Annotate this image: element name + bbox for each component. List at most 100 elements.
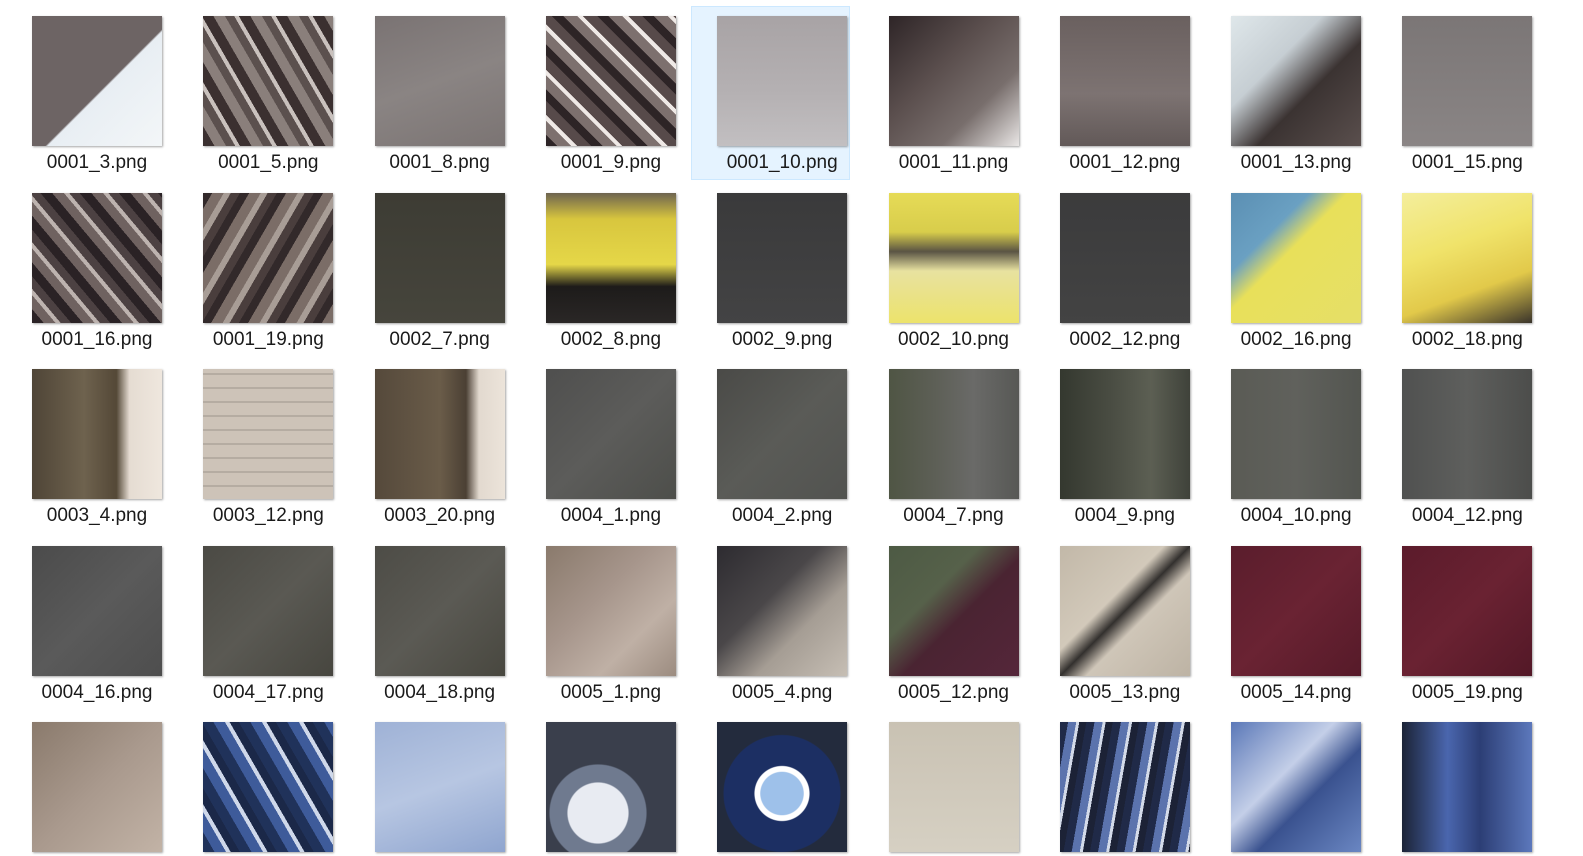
file-item[interactable]: 0001_16.png xyxy=(7,184,164,356)
file-item[interactable] xyxy=(1206,713,1363,856)
file-name-label: 0002_12.png xyxy=(1069,328,1181,350)
file-item[interactable]: 0003_20.png xyxy=(350,360,507,532)
file-thumbnail xyxy=(374,722,505,852)
file-item[interactable]: 0001_3.png xyxy=(7,7,164,179)
file-name-label: 0004_18.png xyxy=(384,681,496,703)
file-thumbnail xyxy=(1059,722,1190,852)
file-item[interactable]: 0004_9.png xyxy=(1035,360,1192,532)
file-item[interactable] xyxy=(7,713,164,856)
file-thumbnail xyxy=(32,16,162,146)
file-item[interactable]: 0005_13.png xyxy=(1035,537,1192,709)
file-item[interactable]: 0004_2.png xyxy=(692,360,849,532)
file-name-label: 0001_16.png xyxy=(41,328,153,350)
file-thumbnail xyxy=(717,369,848,499)
file-thumbnail xyxy=(203,192,334,323)
file-item[interactable] xyxy=(178,713,335,856)
file-name-label: 0002_10.png xyxy=(898,328,1009,350)
file-name-label: 0001_10.png xyxy=(726,152,838,173)
file-item[interactable] xyxy=(521,713,678,856)
file-item[interactable]: 0004_18.png xyxy=(350,537,507,709)
file-name-label: 0002_9.png xyxy=(731,328,833,350)
file-name-label: 0001_12.png xyxy=(1069,152,1181,173)
file-item[interactable]: 0004_17.png xyxy=(178,537,335,709)
file-item[interactable]: 0005_14.png xyxy=(1206,537,1363,709)
file-item[interactable]: 0001_11.png xyxy=(864,7,1021,179)
file-item[interactable]: 0003_12.png xyxy=(178,360,335,532)
file-item[interactable]: 0005_4.png xyxy=(692,537,849,709)
file-thumbnail xyxy=(1402,545,1533,676)
file-item[interactable]: 0004_7.png xyxy=(864,360,1021,532)
file-name-label: 0005_4.png xyxy=(731,681,833,703)
file-thumbnail xyxy=(32,545,162,676)
file-item[interactable]: 0002_8.png xyxy=(521,184,678,356)
file-thumbnail xyxy=(545,722,676,852)
file-thumbnail xyxy=(203,545,334,676)
file-name-label: 0001_9.png xyxy=(560,152,662,173)
file-name-label: 0004_1.png xyxy=(560,505,662,526)
file-name-label: 0002_7.png xyxy=(389,328,490,350)
file-name-label: 0004_10.png xyxy=(1240,505,1352,526)
file-name-label: 0004_17.png xyxy=(212,681,324,703)
file-item[interactable]: 0001_8.png xyxy=(350,7,507,179)
file-item[interactable]: 0002_16.png xyxy=(1206,184,1363,356)
file-item[interactable]: 0005_12.png xyxy=(864,537,1021,709)
file-name-label: 0001_19.png xyxy=(212,328,324,350)
file-name-label: 0002_18.png xyxy=(1411,328,1523,350)
file-name-label: 0004_16.png xyxy=(41,681,153,703)
file-name-label: 0005_19.png xyxy=(1411,681,1523,703)
file-item[interactable]: 0001_13.png xyxy=(1206,7,1363,179)
file-item[interactable]: 0002_18.png xyxy=(1377,184,1534,356)
file-item[interactable]: 0001_12.png xyxy=(1035,7,1192,179)
file-thumbnail xyxy=(374,369,505,499)
file-thumbnail xyxy=(1402,722,1533,852)
file-thumbnail xyxy=(717,16,848,146)
file-thumbnail xyxy=(1231,192,1362,323)
file-item[interactable]: 0002_9.png xyxy=(692,184,849,356)
file-item[interactable]: 0005_19.png xyxy=(1377,537,1534,709)
file-item[interactable]: 0004_1.png xyxy=(521,360,678,532)
file-item[interactable]: 0003_4.png xyxy=(7,360,164,532)
file-name-label: 0005_12.png xyxy=(898,681,1009,703)
file-name-label: 0005_1.png xyxy=(560,681,662,703)
file-name-label: 0001_11.png xyxy=(898,152,1009,173)
file-thumbnail xyxy=(717,545,848,676)
file-item[interactable]: 0001_9.png xyxy=(521,7,678,179)
file-item[interactable]: 0004_16.png xyxy=(7,537,164,709)
file-name-label: 0004_9.png xyxy=(1074,505,1175,526)
file-name-label: 0001_3.png xyxy=(46,152,148,173)
file-thumbnail xyxy=(545,369,676,499)
file-thumbnail xyxy=(374,16,505,146)
file-thumbnail xyxy=(545,192,676,323)
file-item[interactable] xyxy=(864,713,1021,856)
file-thumbnail xyxy=(1059,192,1190,323)
file-item[interactable]: 0001_15.png xyxy=(1377,7,1534,179)
file-name-label: 0003_12.png xyxy=(212,505,324,526)
file-name-label: 0004_2.png xyxy=(731,505,833,526)
file-item[interactable] xyxy=(1377,713,1534,856)
file-thumbnail xyxy=(1402,192,1533,323)
file-thumbnail xyxy=(888,16,1019,146)
file-thumbnail xyxy=(888,369,1019,499)
file-thumbnail xyxy=(888,722,1019,852)
file-name-label: 0001_5.png xyxy=(218,152,319,173)
file-item[interactable] xyxy=(350,713,507,856)
file-item[interactable]: 0002_12.png xyxy=(1035,184,1192,356)
file-item[interactable]: 0004_12.png xyxy=(1377,360,1534,532)
file-name-label: 0001_13.png xyxy=(1240,152,1352,173)
file-thumbnail xyxy=(1231,722,1362,852)
file-item[interactable]: 0001_19.png xyxy=(178,184,335,356)
file-item[interactable]: 0005_1.png xyxy=(521,537,678,709)
file-item[interactable] xyxy=(692,713,849,856)
file-name-label: 0004_12.png xyxy=(1411,505,1523,526)
file-thumbnail xyxy=(888,192,1019,323)
file-item[interactable] xyxy=(1035,713,1192,856)
file-item[interactable]: 0002_10.png xyxy=(864,184,1021,356)
file-item[interactable]: 0001_5.png xyxy=(178,7,335,179)
file-thumbnail xyxy=(888,545,1019,676)
file-thumbnail xyxy=(1059,369,1190,499)
file-thumbnail xyxy=(545,16,676,146)
file-item[interactable]: 0001_10.png xyxy=(691,6,851,180)
file-item[interactable]: 0002_7.png xyxy=(350,184,507,356)
file-item[interactable]: 0004_10.png xyxy=(1206,360,1363,532)
file-name-label: 0004_7.png xyxy=(903,505,1004,526)
